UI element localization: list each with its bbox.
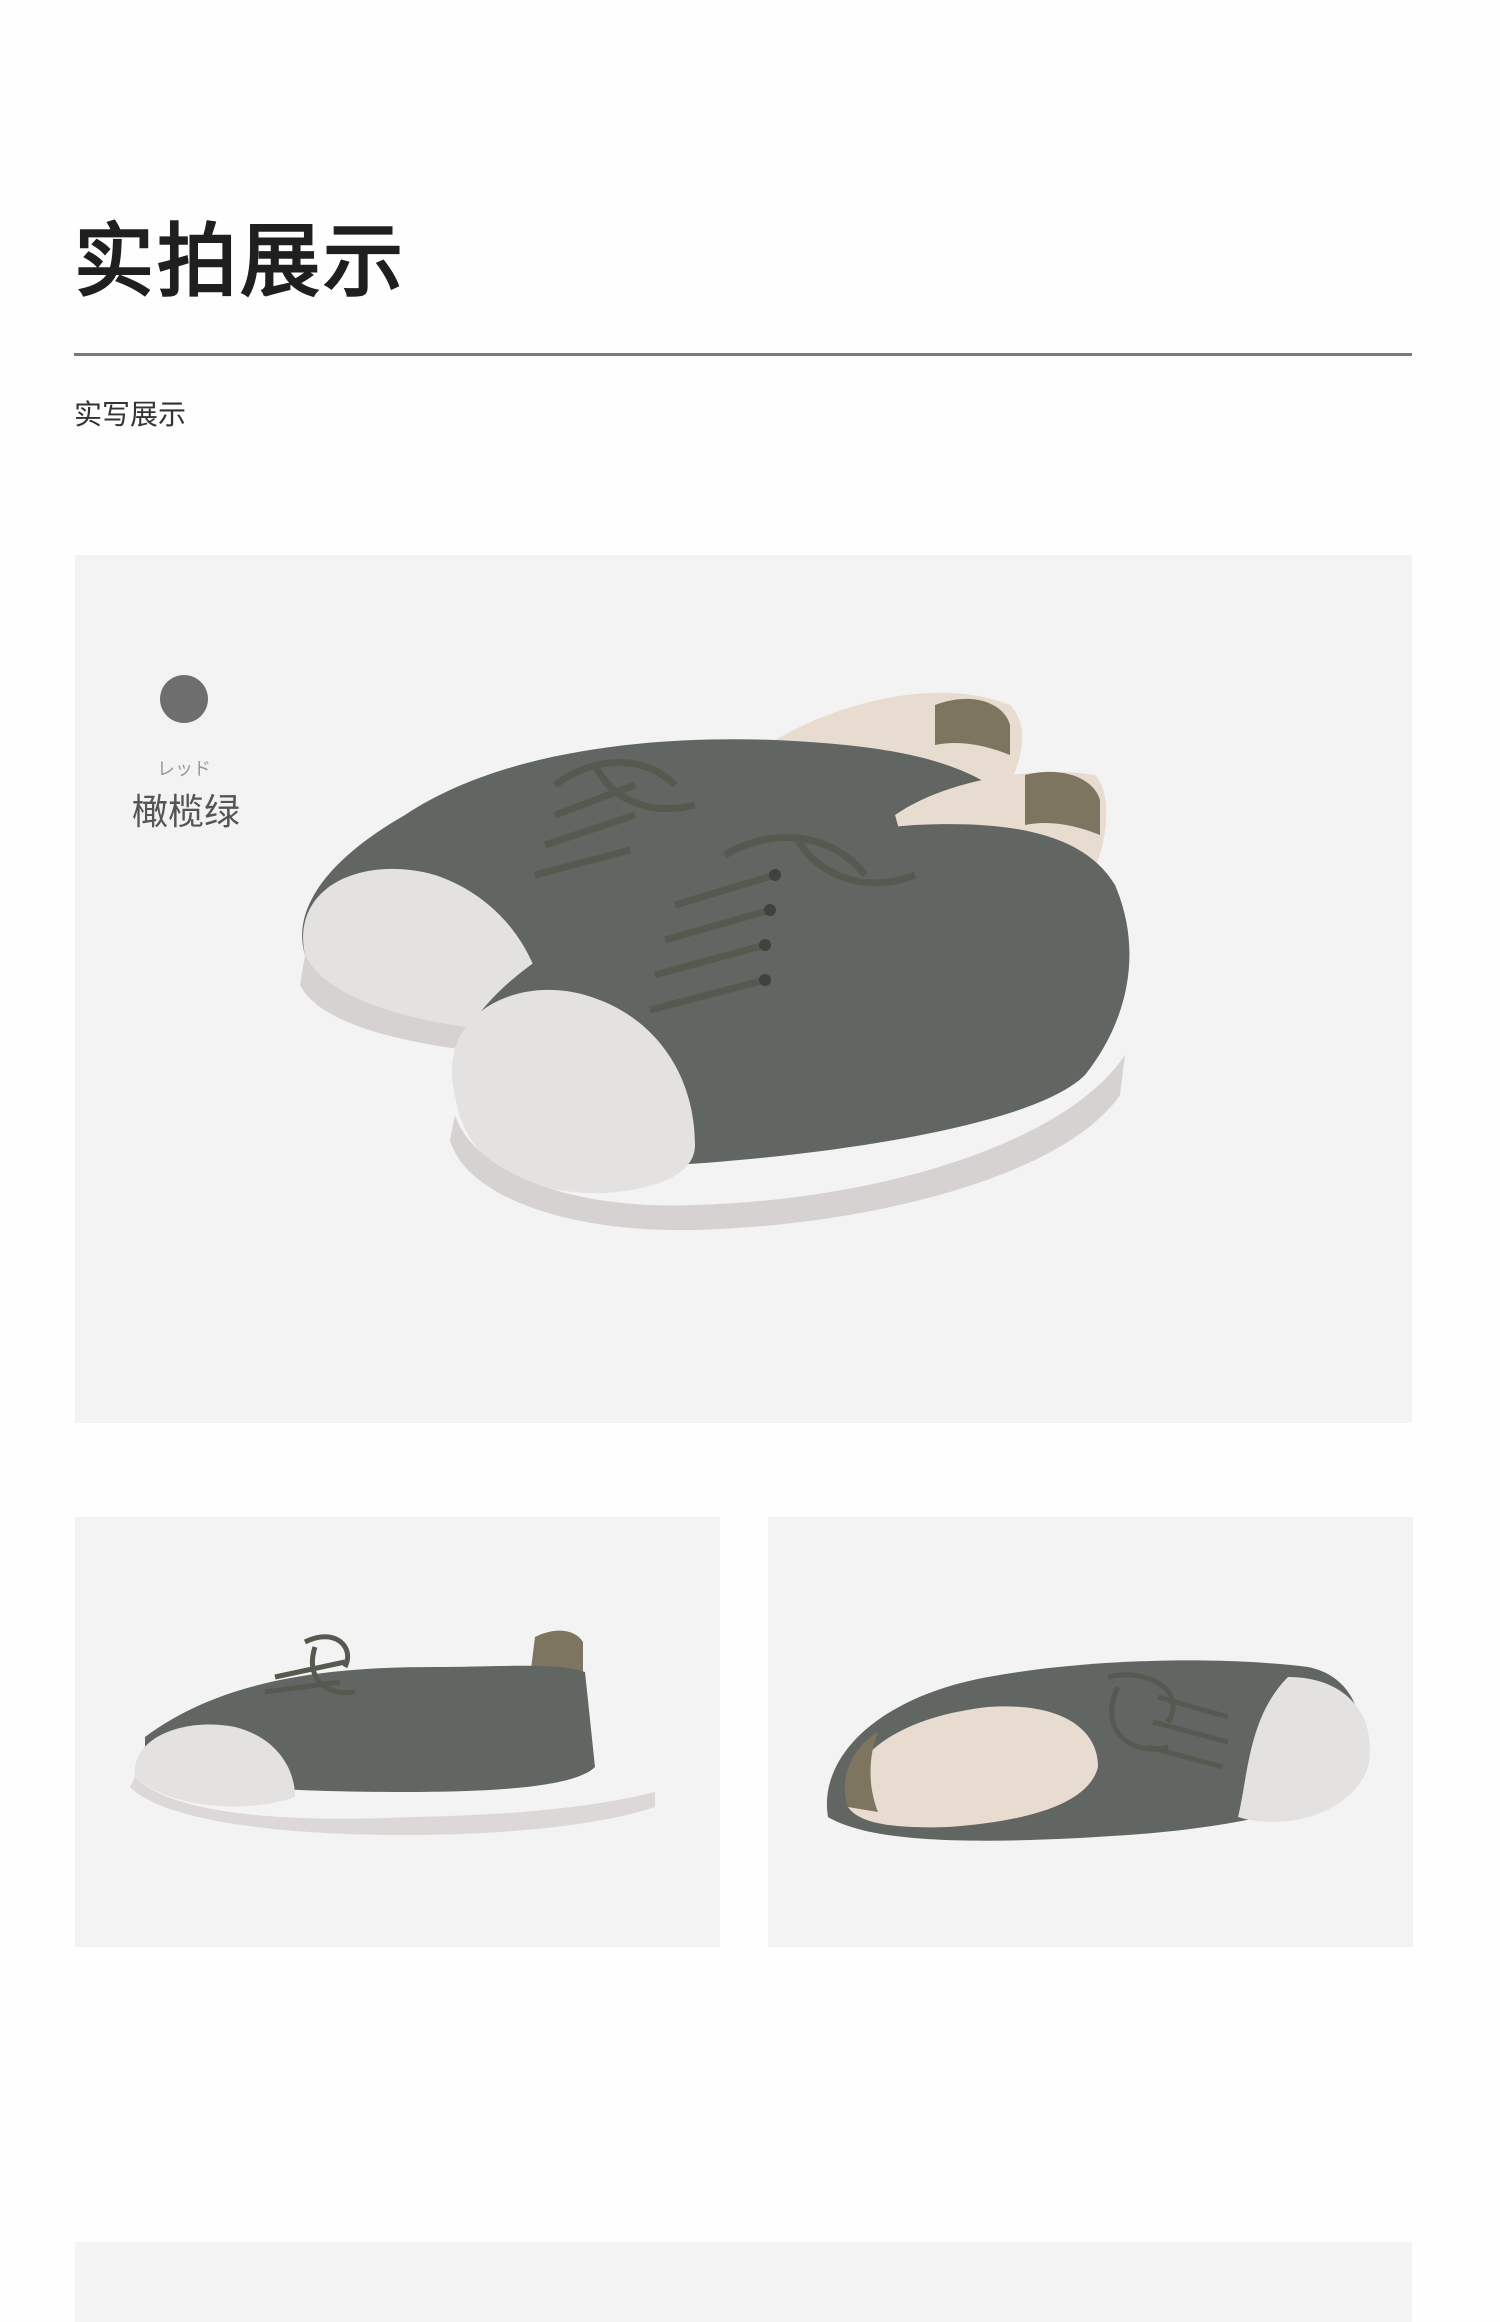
top-view-photo	[768, 1517, 1413, 1947]
swatch-label-jp: レッド	[157, 759, 211, 780]
page-subtitle: 实写展示	[74, 398, 187, 431]
page-title: 实拍展示	[74, 215, 406, 308]
shoe-side-illustration	[130, 1630, 655, 1835]
next-photo-panel	[75, 2242, 1412, 2322]
hero-product-photo: レッド 橄榄绿	[75, 555, 1412, 1423]
color-swatch[interactable]	[160, 675, 208, 723]
shoe-pair-illustration	[300, 692, 1130, 1231]
side-view-photo	[75, 1517, 720, 1947]
shoe-top-illustration	[826, 1660, 1370, 1841]
divider	[74, 353, 1412, 356]
swatch-label-cn: 橄榄绿	[131, 792, 240, 833]
